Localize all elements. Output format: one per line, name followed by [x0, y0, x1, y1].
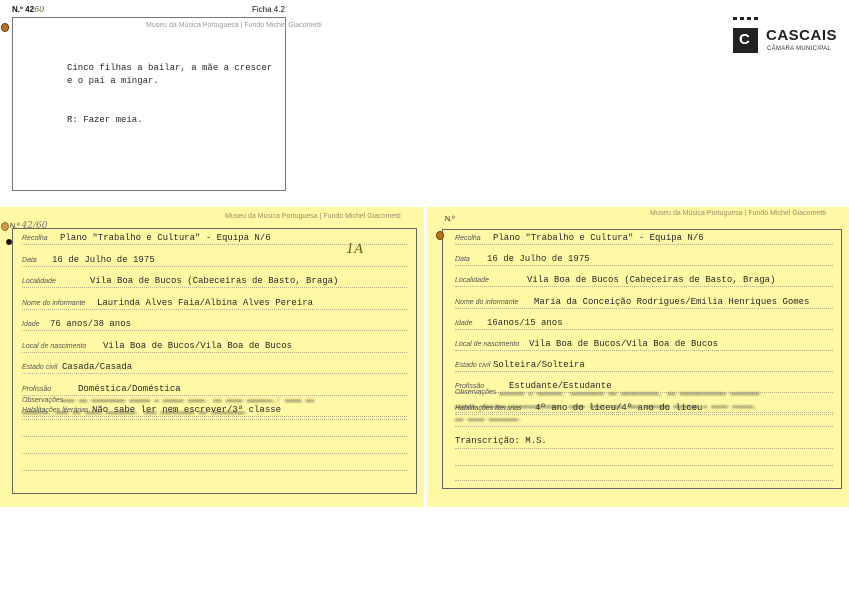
- transcricao: Transcrição: M.S.: [455, 436, 547, 446]
- card-frame: [12, 17, 286, 191]
- paper-clip-icon: [1, 23, 9, 32]
- field-label: Local de nascimento: [22, 342, 87, 350]
- field-value: Solteira/Solteira: [493, 360, 585, 371]
- field-rule: [22, 265, 407, 267]
- field-value: Casada/Casada: [62, 362, 133, 372]
- observacoes-redacted: ▬▬▬▬▬▬ ▬ ▬▬▬▬▬▬. ▬▬▬▬▬▬▬▬ ▬▬ ▬▬▬▬▬▬▬▬▬, …: [499, 390, 760, 398]
- field-value: Plano "Trabalho e Cultura" - Equipa N/6: [493, 233, 704, 243]
- field-rule: [22, 330, 407, 331]
- number-label: N.º: [10, 223, 20, 230]
- logo-subtitle: CÂMARA MUNICIPAL: [767, 46, 832, 52]
- field-value: Vila Boa de Bucos (Cabeceiras de Basto, …: [527, 275, 776, 286]
- paper-clip-icon: [436, 231, 444, 240]
- field-rule: [455, 350, 833, 351]
- field-label: Idade: [455, 319, 473, 327]
- observacoes-redacted: ▬▬▬ ▬▬ ▬▬▬▬▬▬▬▬ ▬▬▬▬▬ ▬ ▬▬▬▬▬ ▬▬▬▬. ▬▬ ▬…: [62, 397, 315, 405]
- archive-header: Museu da Música Portuguesa | Fundo Miche…: [225, 213, 401, 220]
- field-rule: [455, 371, 833, 373]
- observacoes-redacted: ▬▬ ▬▬▬▬ ▬▬▬▬▬▬▬.: [455, 416, 523, 424]
- riddle-line-1: Cinco filhas a bailar, a mãe a crescer: [67, 63, 273, 73]
- field-value: Doméstica/Doméstica: [78, 383, 181, 394]
- field-label: Nome do informante: [22, 299, 86, 307]
- field-label: Data: [455, 256, 470, 264]
- number-handwritten: 60: [34, 5, 45, 14]
- field-value: 16 de Julho de 1975: [487, 254, 590, 265]
- logo-dot: [747, 17, 751, 20]
- field-rule: [455, 286, 833, 288]
- field-label: Profissão: [22, 385, 52, 393]
- archive-header: Museu da Música Portuguesa | Fundo Miche…: [650, 210, 826, 217]
- field-value: Plano "Trabalho e Cultura" - Equipa N/6: [60, 233, 271, 243]
- archive-header: Museu da Música Portuguesa | Fundo Miche…: [146, 22, 322, 29]
- number-label: N.º: [12, 5, 23, 14]
- field-label: Localidade: [22, 278, 56, 285]
- field-rule: [22, 287, 407, 288]
- paper-clip-icon: [1, 222, 9, 231]
- field-value: 16anos/15 anos: [487, 317, 563, 328]
- card-frame: [442, 229, 842, 489]
- field-label: Estado civil: [22, 364, 58, 371]
- field-value: Laurinda Alves Faia/Albina Alves Pereira: [97, 297, 314, 308]
- card-frame: [12, 228, 417, 494]
- riddle-card: N.º 4260 Ficha 4.2 Museu da Música Portu…: [0, 0, 322, 196]
- field-label: Idade: [22, 321, 40, 328]
- field-value: 76 anos/38 anos: [50, 319, 132, 329]
- field-label: Data: [22, 256, 37, 264]
- logo-name: CASCAIS: [766, 27, 838, 44]
- field-value: Vila Boa de Bucos/Vila Boa de Bucos: [103, 340, 293, 351]
- field-rule: [22, 351, 407, 353]
- observacoes-label: Observações: [455, 389, 497, 396]
- field-value: Vila Boa de Bucos/Vila Boa de Bucos: [529, 339, 719, 349]
- logo-letter: C: [739, 31, 750, 48]
- logo-dot: [733, 17, 737, 20]
- logo-dot: [740, 17, 744, 20]
- field-rule: [22, 244, 407, 245]
- field-label: Local de nascimento: [455, 341, 520, 348]
- observacoes-label: Observações: [22, 397, 64, 404]
- ficha-label: Ficha 4.2: [252, 5, 285, 14]
- card-number: N.º 4260: [12, 5, 44, 14]
- field-rule: [22, 373, 407, 374]
- informant-card-right: N.º Museu da Música Portuguesa | Fundo M…: [427, 207, 849, 507]
- field-label: Recolha: [455, 235, 481, 242]
- observacoes-redacted: ▬▬▬▬▬▬, ▬▬▬ ▬▬ ▬▬▬▬ ▬▬▬▬▬▬▬. ▬▬▬ ▬▬▬▬▬▬▬…: [22, 409, 249, 417]
- observacoes-redacted: ▬▬▬▬▬ ▬▬▬▬▬▬ ▬▬▬▬▬▬▬▬▬▬▬▬, ▬▬▬▬ ▬▬▬▬ ▬▬▬…: [455, 403, 758, 411]
- field-value: 16 de Julho de 1975: [52, 254, 155, 265]
- riddle-line-2: e o pai a mingar.: [67, 76, 159, 86]
- field-rule: [22, 308, 407, 310]
- field-rule: [455, 328, 833, 330]
- number-handwritten: 42/60: [21, 221, 48, 231]
- card-number: N.º 42/60: [10, 221, 47, 231]
- field-rule: [455, 413, 833, 415]
- riddle-answer: R: Fazer meia.: [67, 115, 143, 125]
- field-label: Nome do informante: [455, 298, 519, 306]
- field-rule: [455, 265, 833, 267]
- field-value: Vila Boa de Bucos (Cabeceiras de Basto, …: [90, 276, 339, 286]
- field-label: Estado civil: [455, 362, 491, 370]
- field-label: Recolha: [22, 235, 48, 242]
- field-value: Maria da Conceição Rodrigues/Emília Henr…: [534, 296, 810, 307]
- card-number: N.º: [445, 216, 455, 223]
- field-rule: [22, 394, 407, 396]
- number-value: 42: [25, 5, 35, 14]
- logo-dot: [754, 17, 758, 20]
- informant-card-left: N.º 42/60 Museu da Música Portuguesa | F…: [0, 207, 424, 507]
- punch-hole-icon: [6, 239, 12, 245]
- field-rule: [455, 307, 833, 309]
- field-label: Localidade: [455, 277, 489, 285]
- cascais-logo-icon: C: [733, 28, 758, 53]
- field-rule: [455, 244, 833, 245]
